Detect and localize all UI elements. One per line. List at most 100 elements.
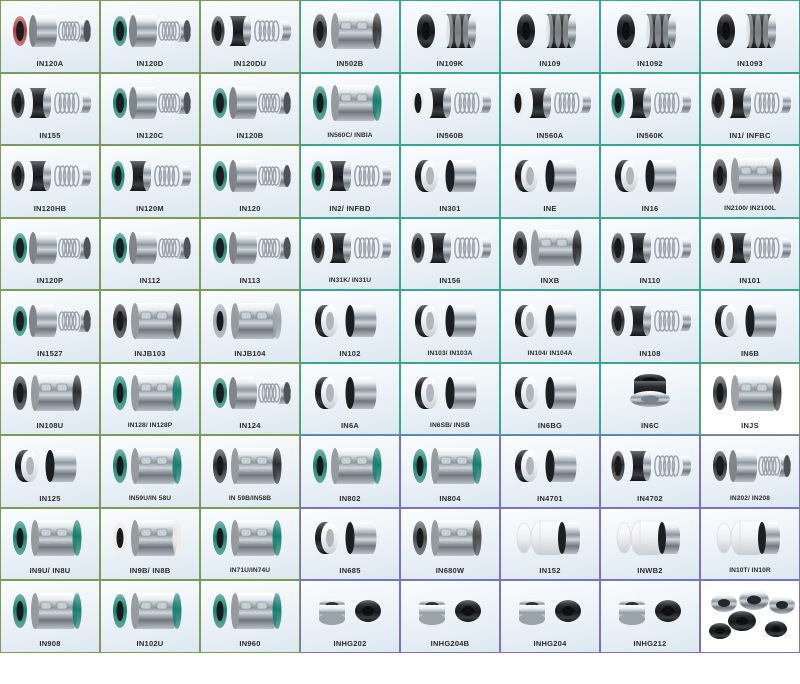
product-cell[interactable]: INWB2 xyxy=(600,507,700,580)
product-cell[interactable]: IN120A xyxy=(0,0,100,73)
product-image-seal-spring xyxy=(301,146,399,204)
product-cell[interactable]: IN108 xyxy=(600,290,700,363)
product-label: IN102 xyxy=(339,348,361,358)
product-cell[interactable]: IN10T/ IN10R xyxy=(700,507,800,580)
product-cell[interactable]: IN804 xyxy=(400,435,500,508)
product-cell[interactable] xyxy=(700,580,800,653)
product-cell[interactable]: IN101 xyxy=(700,217,800,290)
product-cell[interactable]: IN1527 xyxy=(0,290,100,363)
product-cell[interactable]: IN103/ IN103A xyxy=(400,290,500,363)
product-cell[interactable]: IN802 xyxy=(300,435,400,508)
product-cell[interactable]: INJB104 xyxy=(200,290,300,363)
product-cell[interactable]: IN560C/ INBIA xyxy=(300,72,400,145)
product-cell[interactable]: IN120DU xyxy=(200,0,300,73)
product-image-seal-spring xyxy=(601,436,699,494)
product-cell[interactable]: IN560A xyxy=(500,72,600,145)
product-cell[interactable]: IN104/ IN104A xyxy=(500,290,600,363)
product-label: IN1/ INFBC xyxy=(729,131,771,140)
product-cell[interactable]: IN560B xyxy=(400,72,500,145)
product-image-seal-stack-3 xyxy=(101,1,199,59)
product-cell[interactable]: IN680W xyxy=(400,507,500,580)
product-cell[interactable]: IN4701 xyxy=(500,435,600,508)
product-cell[interactable]: INHG204B xyxy=(400,580,500,653)
product-cell[interactable]: INJB103 xyxy=(100,290,200,363)
product-cell[interactable]: IN120P xyxy=(0,217,100,290)
product-cell[interactable]: INXB xyxy=(500,217,600,290)
product-label: IN120D xyxy=(136,58,164,68)
product-image-seal-stack-3 xyxy=(201,146,299,204)
product-image-seal-cart xyxy=(101,509,199,567)
product-cell[interactable]: IN108U xyxy=(0,362,100,435)
product-cell[interactable]: IN6A xyxy=(300,362,400,435)
product-cell[interactable]: IN110 xyxy=(600,217,700,290)
product-cell[interactable]: INJS xyxy=(700,362,800,435)
product-cell[interactable]: IN502B xyxy=(300,0,400,73)
product-label: IN802 xyxy=(339,493,361,503)
product-label: INE xyxy=(543,203,557,213)
product-cell[interactable]: IN6BG xyxy=(500,362,600,435)
product-label: IN960 xyxy=(239,638,261,648)
product-cell[interactable]: IN156 xyxy=(400,217,500,290)
product-label: IN502B xyxy=(336,58,364,68)
product-label: INJS xyxy=(741,421,759,430)
product-cell[interactable]: IN960 xyxy=(200,580,300,653)
product-cell[interactable]: IN128/ IN128P xyxy=(100,362,200,435)
product-label: IN6B xyxy=(740,348,760,358)
product-cell[interactable]: IN202/ IN208 xyxy=(700,435,800,508)
product-image-seal-cart xyxy=(301,436,399,494)
product-label: IN103/ IN103A xyxy=(427,349,473,357)
product-cell[interactable]: IN31K/ IN31U xyxy=(300,217,400,290)
product-cell[interactable]: IN6B xyxy=(700,290,800,363)
product-cell[interactable]: IN120B xyxy=(200,72,300,145)
product-image-seal-cart xyxy=(201,581,299,639)
product-cell[interactable]: IN102U xyxy=(100,580,200,653)
product-image-seal-cart xyxy=(301,1,399,59)
product-cell[interactable]: IN120D xyxy=(100,0,200,73)
product-cell[interactable]: INHG202 xyxy=(300,580,400,653)
product-cell[interactable]: IN155 xyxy=(0,72,100,145)
product-cell[interactable]: IN908 xyxy=(0,580,100,653)
product-cell[interactable]: IN102 xyxy=(300,290,400,363)
product-cell[interactable]: IN120HB xyxy=(0,145,100,218)
product-label: IN560C/ INBIA xyxy=(327,132,373,139)
product-image-seal-single xyxy=(601,364,699,422)
product-cell[interactable]: IN1092 xyxy=(600,0,700,73)
product-cell[interactable]: IN 59B/IN58B xyxy=(200,435,300,508)
product-label: INJB104 xyxy=(234,348,266,358)
product-cell[interactable]: IN120C xyxy=(100,72,200,145)
product-cell[interactable]: IN16 xyxy=(600,145,700,218)
product-cell[interactable]: IN685 xyxy=(300,507,400,580)
product-cell[interactable]: IN112 xyxy=(100,217,200,290)
product-cell[interactable]: IN71U/IN74U xyxy=(200,507,300,580)
product-label: IN560K xyxy=(636,131,664,140)
product-image-seal-pair xyxy=(501,146,599,204)
product-cell[interactable]: IN560K xyxy=(600,72,700,145)
product-cell[interactable]: IN2/ INFBD xyxy=(300,145,400,218)
product-image-seal-stack-3 xyxy=(201,74,299,132)
product-cell[interactable]: INHG212 xyxy=(600,580,700,653)
product-cell[interactable]: IN301 xyxy=(400,145,500,218)
product-cell[interactable]: INHG204 xyxy=(500,580,600,653)
product-cell[interactable]: IN2100/ IN2100L xyxy=(700,145,800,218)
product-label: IN120A xyxy=(36,58,64,68)
product-cell[interactable]: IN109K xyxy=(400,0,500,73)
product-image-seal-spring xyxy=(601,74,699,132)
product-cell[interactable]: IN4702 xyxy=(600,435,700,508)
product-cell[interactable]: IN1/ INFBC xyxy=(700,72,800,145)
product-cell[interactable]: IN120 xyxy=(200,145,300,218)
product-cell[interactable]: IN120M xyxy=(100,145,200,218)
product-cell[interactable]: IN9B/ IN8B xyxy=(100,507,200,580)
product-cell[interactable]: INE xyxy=(500,145,600,218)
product-cell[interactable]: IN113 xyxy=(200,217,300,290)
product-cell[interactable]: IN152 xyxy=(500,507,600,580)
product-cell[interactable]: IN1093 xyxy=(700,0,800,73)
product-label: IN10T/ IN10R xyxy=(729,567,771,574)
product-cell[interactable]: IN109 xyxy=(500,0,600,73)
product-cell[interactable]: IN6C xyxy=(600,362,700,435)
product-cell[interactable]: IN59U/IN 58U xyxy=(100,435,200,508)
product-cell[interactable]: IN124 xyxy=(200,362,300,435)
product-label: INHG204B xyxy=(430,638,470,648)
product-cell[interactable]: IN125 xyxy=(0,435,100,508)
product-cell[interactable]: IN6SB/ INSB xyxy=(400,362,500,435)
product-cell[interactable]: IN9U/ IN8U xyxy=(0,507,100,580)
